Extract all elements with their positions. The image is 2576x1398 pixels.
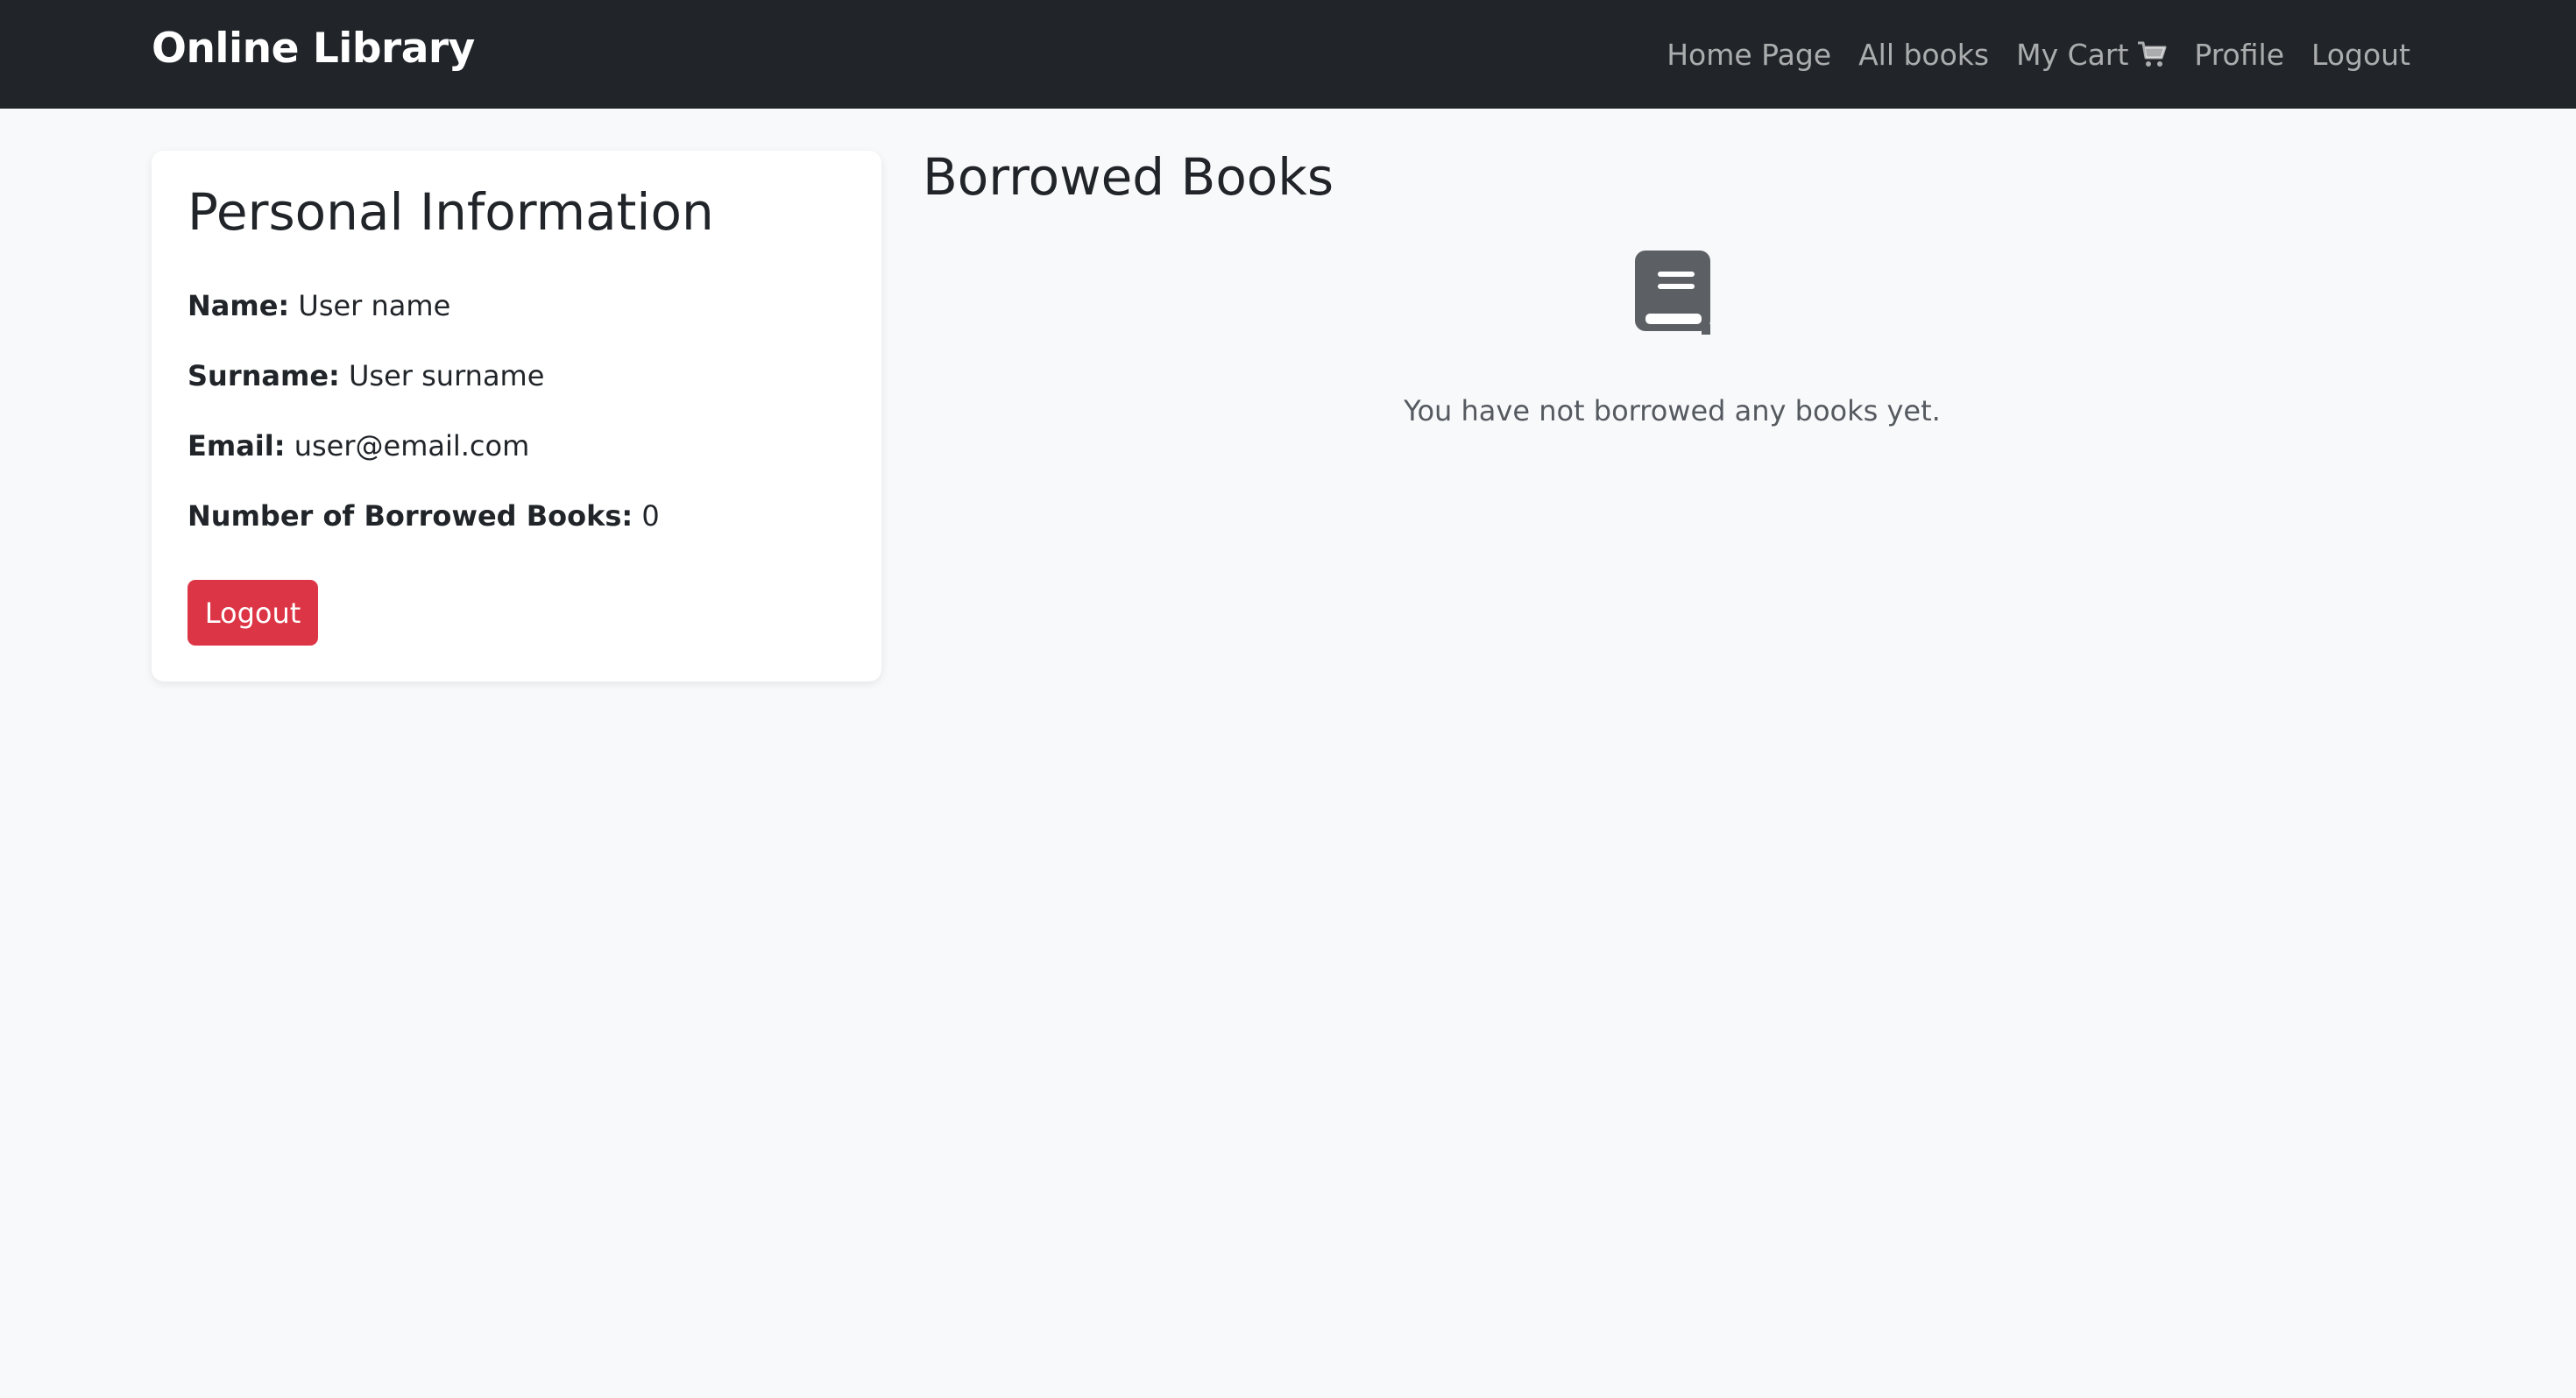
email-row: Email: user@email.com: [188, 429, 529, 462]
nav-all-books-link[interactable]: All books: [1858, 38, 1989, 72]
surname-value: User surname: [349, 359, 545, 392]
personal-info-title: Personal Information: [188, 182, 714, 242]
shopping-cart-icon: [2138, 41, 2167, 67]
name-row: Name: User name: [188, 289, 450, 322]
brand-logo-link[interactable]: Online Library: [152, 25, 475, 73]
book-icon: [1635, 251, 1710, 335]
name-label: Name:: [188, 289, 290, 322]
name-value: User name: [298, 289, 451, 322]
nav-links: Home Page All books My Cart Profile Logo…: [1667, 0, 2410, 109]
top-navbar: Online Library Home Page All books My Ca…: [0, 0, 2576, 109]
borrowed-count-label: Number of Borrowed Books:: [188, 499, 633, 533]
surname-label: Surname:: [188, 359, 340, 392]
email-value: user@email.com: [294, 429, 530, 462]
surname-row: Surname: User surname: [188, 359, 544, 392]
nav-profile-link[interactable]: Profile: [2194, 38, 2284, 72]
personal-info-card: Personal Information Name: User name Sur…: [152, 151, 881, 681]
nav-home-link[interactable]: Home Page: [1667, 38, 1831, 72]
empty-borrowed-message: You have not borrowed any books yet.: [1404, 394, 1941, 427]
logout-button[interactable]: Logout: [188, 580, 318, 646]
nav-cart-link[interactable]: My Cart: [2016, 38, 2167, 72]
borrowed-count-row: Number of Borrowed Books: 0: [188, 499, 660, 533]
nav-logout-link[interactable]: Logout: [2311, 38, 2410, 72]
borrowed-books-title: Borrowed Books: [923, 147, 1334, 207]
email-label: Email:: [188, 429, 286, 462]
nav-cart-label: My Cart: [2016, 37, 2129, 72]
borrowed-count-value: 0: [641, 499, 660, 533]
